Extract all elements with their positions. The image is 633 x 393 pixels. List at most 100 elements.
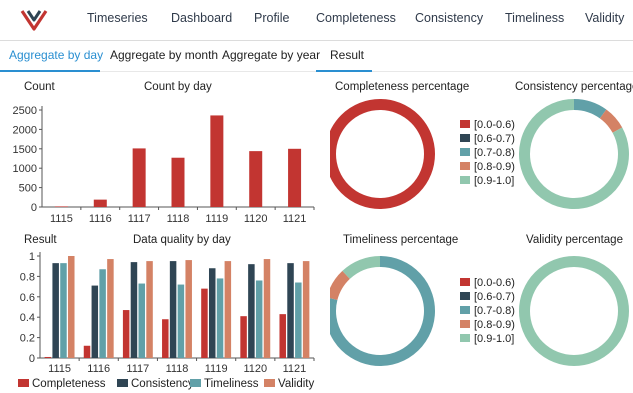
quality-bar (162, 319, 169, 358)
quality-bar (107, 259, 114, 358)
count-bar (93, 199, 107, 207)
nav-completeness[interactable]: Completeness (316, 11, 396, 25)
nav-profile[interactable]: Profile (254, 11, 289, 25)
quality-bar (216, 278, 224, 358)
tab-aggregate-by-day[interactable]: Aggregate by day (9, 48, 103, 62)
count-x-tick-label: 1118 (167, 213, 190, 224)
quality-x-tick-label: 1115 (48, 363, 71, 375)
timeliness-legend-label: [0.0-0.6) (474, 277, 515, 289)
completeness-legend-swatch (460, 176, 470, 184)
count-bar (132, 148, 146, 207)
nav-dashboard[interactable]: Dashboard (171, 11, 232, 25)
quality-bar (169, 261, 177, 358)
tab-aggregate-by-month[interactable]: Aggregate by month (110, 48, 218, 62)
quality-x-tick-label: 1118 (166, 363, 189, 375)
completeness-legend-swatch (460, 162, 470, 170)
quality-legend-swatch (190, 379, 201, 387)
timeliness-legend-swatch (460, 292, 470, 300)
quality-legend-label: Timeliness (204, 378, 259, 390)
count-y-tick-label: 1000 (13, 163, 37, 175)
nav-timeseries[interactable]: Timeseries (87, 11, 148, 25)
quality-y-tick-label: 0.4 (20, 312, 35, 324)
quality-bar (201, 288, 208, 358)
quality-bar (295, 282, 302, 358)
quality-y-tick-label: 0.8 (20, 271, 35, 283)
timeliness-legend-swatch (460, 278, 470, 286)
timeliness-slice (330, 270, 351, 301)
consistency-donut (519, 99, 629, 209)
timeliness-legend-label: [0.7-0.8) (474, 305, 515, 317)
timeliness-legend-label: [0.6-0.7) (474, 291, 515, 303)
quality-bar (44, 356, 52, 358)
quality-bar (138, 283, 146, 358)
consistency-slice (573, 99, 607, 119)
timeliness-legend-label: [0.9-1.0] (474, 333, 514, 345)
data-quality-by-day-chart: 0 0.2 0.4 0.6 0.8 1 1115 1116 1117 1118 1119 1120 11… (18, 251, 315, 390)
quality-chart-title: Data quality by day (133, 234, 231, 246)
count-x-tick-label: 1121 (283, 213, 307, 224)
quality-bar (263, 259, 271, 358)
tab-result[interactable]: Result (330, 48, 364, 62)
result-tab-underline (316, 70, 372, 72)
quality-legend-swatch (264, 379, 275, 387)
quality-bar (177, 284, 185, 358)
quality-bar (68, 256, 75, 358)
quality-legend-label: Consistency (131, 378, 194, 390)
completeness-legend-label: [0.6-0.7) (474, 133, 515, 145)
count-y-tick-label: 2000 (13, 124, 37, 136)
timeliness-legend-swatch (460, 306, 470, 314)
count-y-label: Count (24, 81, 55, 93)
quality-bar (224, 261, 232, 358)
count-x-tick-label: 1116 (89, 213, 112, 224)
quality-bar (279, 314, 286, 358)
quality-legend-label: Validity (278, 378, 314, 390)
timeliness-legend-label: [0.8-0.9) (474, 319, 515, 331)
count-y-tick-label: 0 (31, 202, 37, 214)
count-by-day-chart: 0 500 1000 1500 2000 2500 1115 1116 1117 1118 1119… (13, 105, 315, 224)
quality-bar (60, 263, 67, 358)
count-bar (288, 148, 302, 207)
quality-bar (248, 264, 255, 358)
consistency-slice (599, 109, 623, 134)
count-x-tick-label: 1119 (205, 213, 228, 224)
active-tab-indicator (0, 70, 100, 72)
count-chart-title: Count by day (144, 81, 212, 93)
count-x-tick-label: 1115 (50, 213, 73, 224)
count-bar (249, 151, 263, 207)
completeness-legend-label: [0.7-0.8) (474, 147, 515, 159)
quality-bar (287, 263, 294, 358)
tab-aggregate-by-year[interactable]: Aggregate by year (222, 48, 320, 62)
timeliness-legend-swatch (460, 334, 470, 342)
quality-x-tick-label: 1119 (205, 363, 228, 375)
nav-timeliness[interactable]: Timeliness (505, 11, 564, 25)
completeness-slice (330, 99, 435, 209)
completeness-donut (330, 99, 435, 209)
count-y-tick-label: 1500 (13, 144, 37, 156)
nav-validity[interactable]: Validity (585, 11, 624, 25)
quality-bar (255, 280, 263, 358)
nav-consistency[interactable]: Consistency (415, 11, 483, 25)
count-x-tick-label: 1120 (244, 213, 268, 224)
quality-y-tick-label: 0.2 (20, 333, 35, 345)
timeliness-slice (342, 256, 381, 280)
quality-legend-swatch (117, 379, 128, 387)
quality-bar (83, 345, 91, 358)
quality-bar (240, 316, 247, 358)
completeness-legend-label: [0.8-0.9) (474, 161, 515, 173)
quality-bar (91, 285, 99, 358)
validity-slice (519, 256, 629, 366)
quality-y-tick-label: 0.6 (20, 292, 35, 304)
completeness-legend-swatch (460, 120, 470, 128)
quality-y-tick-label: 0 (29, 353, 35, 365)
quality-bar (146, 261, 153, 358)
completeness-legend-swatch (460, 134, 470, 142)
logo-icon[interactable] (19, 5, 49, 33)
count-bar (54, 206, 68, 207)
quality-bar (52, 263, 59, 358)
quality-x-tick-label: 1121 (283, 363, 307, 375)
timeliness-legend-swatch (460, 320, 470, 328)
count-y-tick-label: 2500 (13, 105, 37, 117)
timeliness-donut (330, 256, 435, 366)
quality-x-tick-label: 1120 (243, 363, 267, 375)
percentage-donuts: [0.0-0.6) [0.6-0.7) [0.7-0.8) [0.8-0.9) [0.9… (330, 99, 629, 366)
